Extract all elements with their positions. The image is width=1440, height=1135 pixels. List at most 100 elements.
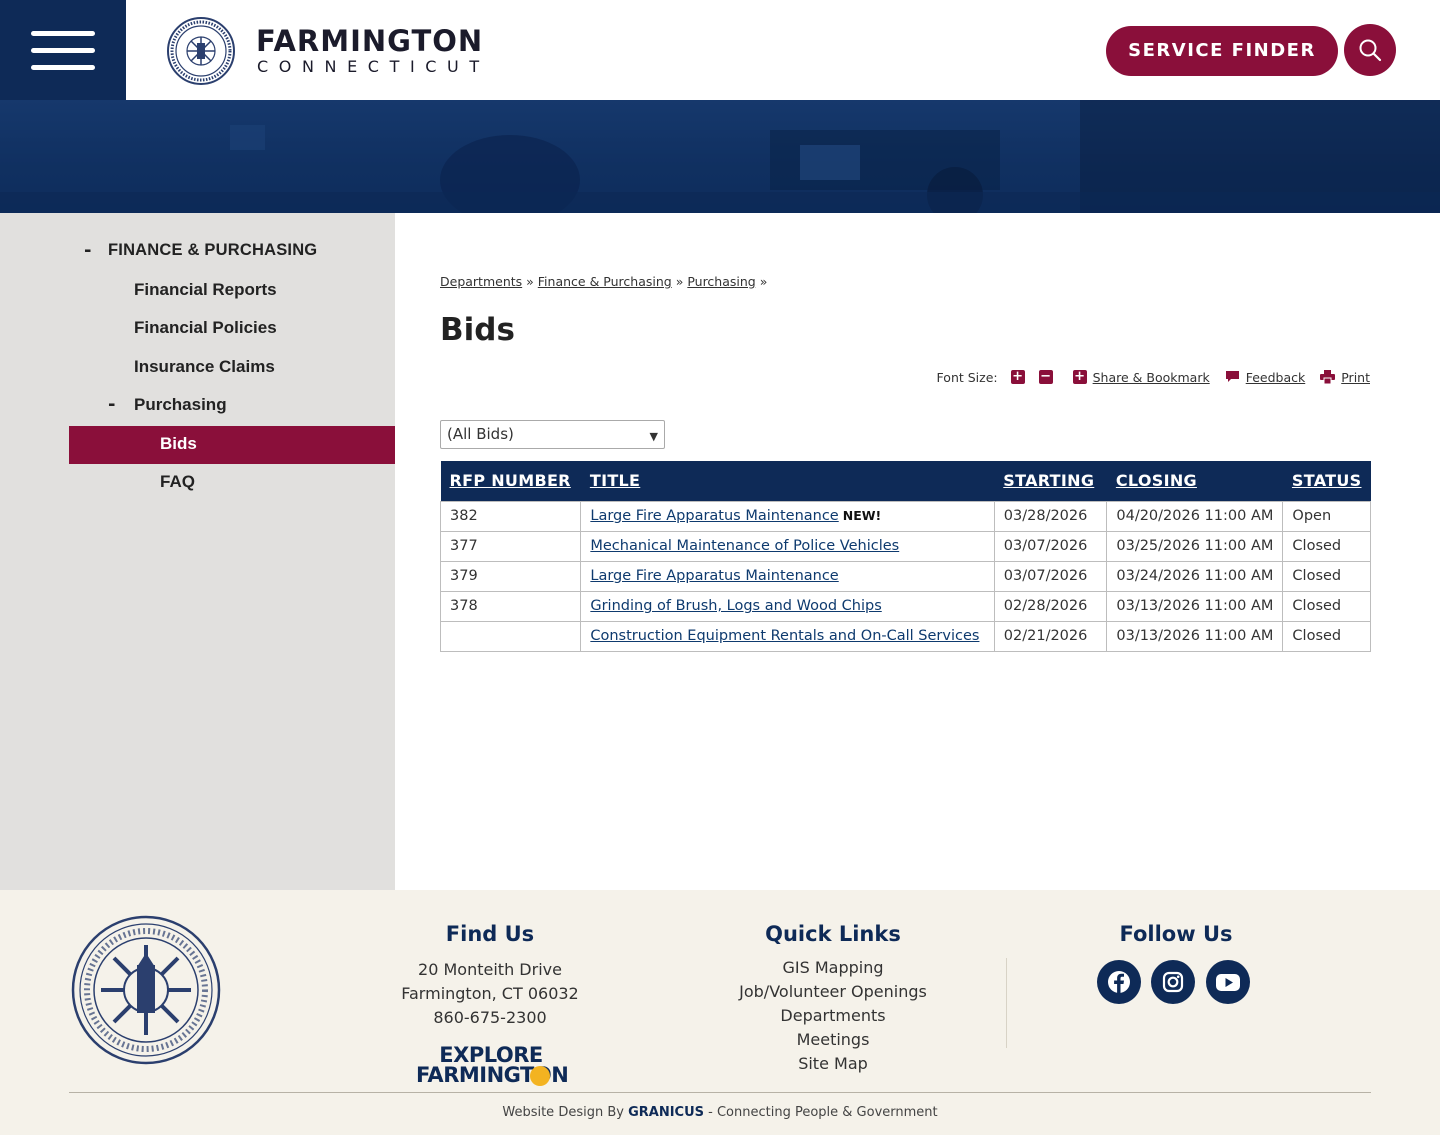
footer-credit: Website Design By GRANICUS - Connecting … [0, 1105, 1440, 1120]
breadcrumb: Departments » Finance & Purchasing » Pur… [440, 274, 767, 289]
quick-link-meetings[interactable]: Meetings [683, 1030, 983, 1049]
title-cell: Large Fire Apparatus Maintenance [580, 560, 995, 592]
column-header-closing[interactable]: CLOSING [1106, 461, 1283, 501]
breadcrumb-departments[interactable]: Departments [440, 274, 522, 289]
footer-town-seal [71, 915, 221, 1065]
column-header-rfp-number[interactable]: RFP NUMBER [440, 461, 581, 501]
status-cell: Closed [1282, 620, 1371, 652]
closing-date-cell: 03/13/2026 11:00 AM [1106, 590, 1284, 622]
quick-link-gis-mapping[interactable]: GIS Mapping [683, 958, 983, 977]
bid-title-link[interactable]: Large Fire Apparatus Maintenance [590, 568, 838, 584]
new-badge: NEW! [842, 508, 882, 523]
service-finder-button[interactable]: SERVICE FINDER [1106, 26, 1338, 76]
print-link[interactable]: Print [1341, 370, 1370, 385]
follow-us-heading: Follow Us [1119, 922, 1233, 946]
granicus-link[interactable]: GRANICUS [628, 1105, 704, 1120]
search-button[interactable] [1344, 24, 1396, 76]
column-header-starting[interactable]: STARTING [994, 461, 1107, 501]
breadcrumb-separator: » [759, 274, 768, 289]
share-bookmark-link[interactable]: Share & Bookmark [1093, 370, 1210, 385]
feedback-icon [1225, 371, 1239, 382]
chevron-down-icon: ▼ [649, 430, 658, 443]
table-row: 382 Large Fire Apparatus Maintenance NEW! 0… [439, 500, 1371, 532]
feedback-link[interactable]: Feedback [1246, 370, 1306, 385]
sidebar-item-bids[interactable]: Bids [160, 434, 197, 454]
starting-date-cell: 02/28/2026 [993, 590, 1108, 622]
rfp-number-cell [439, 620, 582, 652]
quick-link-departments[interactable]: Departments [683, 1006, 983, 1025]
footer-divider-line [69, 1092, 1371, 1093]
rfp-number-cell: 378 [439, 590, 582, 622]
breadcrumb-finance-purchasing[interactable]: Finance & Purchasing [538, 274, 672, 289]
font-decrease-button[interactable]: − [1038, 370, 1053, 384]
closing-date-cell: 03/25/2026 11:00 AM [1106, 530, 1284, 562]
print-icon [1320, 370, 1336, 384]
section-collapse-toggle[interactable]: - [84, 240, 91, 261]
page-tools: Font Size: + − + Share & Bookmark Feedba… [937, 369, 1370, 385]
share-icon: + [1072, 369, 1087, 384]
footer-divider [1006, 958, 1007, 1048]
quick-links-heading: Quick Links [765, 922, 901, 946]
facebook-button[interactable] [1097, 960, 1141, 1004]
find-us-heading: Find Us [445, 922, 535, 946]
table-header-row: RFP NUMBER TITLE STARTING CLOSING STATUS [440, 461, 1371, 501]
bids-table: RFP NUMBER TITLE STARTING CLOSING STATUS… [439, 461, 1371, 652]
sidebar-section-finance-purchasing[interactable]: FINANCE & PURCHASING [108, 241, 317, 260]
status-cell: Closed [1282, 590, 1371, 622]
hamburger-menu-button[interactable] [0, 0, 126, 100]
breadcrumb-purchasing[interactable]: Purchasing [687, 274, 755, 289]
sidebar-item-bids-active[interactable] [69, 426, 395, 464]
site-name[interactable]: FARMINGTON [256, 24, 483, 58]
purchasing-collapse-toggle[interactable]: - [108, 394, 115, 415]
instagram-icon [1162, 971, 1184, 993]
quick-link-job-volunteer[interactable]: Job/Volunteer Openings [683, 982, 983, 1001]
font-increase-button[interactable]: + [1010, 370, 1025, 384]
table-row: Construction Equipment Rentals and On-Ca… [439, 620, 1371, 652]
rfp-number-cell: 379 [439, 560, 582, 592]
sidebar-nav [0, 213, 395, 890]
quick-link-site-map[interactable]: Site Map [683, 1054, 983, 1073]
closing-date-cell: 03/24/2026 11:00 AM [1106, 560, 1284, 592]
rfp-number-cell: 382 [439, 500, 582, 532]
breadcrumb-separator: » [675, 274, 684, 289]
sidebar-item-purchasing[interactable]: Purchasing [134, 395, 227, 415]
bid-title-link[interactable]: Mechanical Maintenance of Police Vehicle… [590, 538, 899, 554]
facebook-icon [1108, 971, 1130, 993]
status-cell: Closed [1282, 530, 1371, 562]
bid-title-link[interactable]: Construction Equipment Rentals and On-Ca… [590, 628, 979, 644]
title-cell: Large Fire Apparatus Maintenance NEW! [580, 500, 995, 532]
sidebar-item-faq[interactable]: FAQ [160, 472, 195, 492]
sidebar-item-financial-policies[interactable]: Financial Policies [134, 318, 277, 338]
page-title: Bids [440, 312, 515, 348]
search-icon [1359, 39, 1382, 62]
table-row: 377 Mechanical Maintenance of Police Vehi… [439, 530, 1371, 562]
font-size-label: Font Size: [936, 369, 998, 385]
table-row: 378 Grinding of Brush, Logs and Wood Chip… [439, 590, 1371, 622]
menu-bar [31, 31, 95, 36]
town-seal-logo[interactable] [166, 16, 236, 86]
column-header-status[interactable]: STATUS [1282, 461, 1371, 501]
column-header-title[interactable]: TITLE [580, 461, 995, 501]
menu-bar [31, 65, 95, 70]
starting-date-cell: 03/07/2026 [993, 560, 1108, 592]
sidebar-item-financial-reports[interactable]: Financial Reports [134, 280, 277, 300]
instagram-button[interactable] [1151, 960, 1195, 1004]
explore-logo-line1: EXPLORE [439, 1043, 543, 1067]
phone-number[interactable]: 860-675-2300 [340, 1008, 640, 1027]
youtube-button[interactable] [1206, 960, 1250, 1004]
bid-title-link[interactable]: Large Fire Apparatus Maintenance [590, 508, 838, 524]
sidebar-item-insurance-claims[interactable]: Insurance Claims [134, 357, 275, 377]
starting-date-cell: 02/21/2026 [993, 620, 1108, 652]
menu-bar [31, 48, 95, 53]
bid-filter-select[interactable]: (All Bids) ▼ [440, 420, 665, 449]
explore-logo-sun [530, 1066, 550, 1086]
bid-filter-value: (All Bids) [447, 425, 514, 443]
youtube-icon [1216, 974, 1240, 991]
bid-title-link[interactable]: Grinding of Brush, Logs and Wood Chips [590, 598, 881, 614]
title-cell: Construction Equipment Rentals and On-Ca… [580, 620, 995, 652]
credit-prefix: Website Design By [502, 1105, 624, 1120]
site-subtitle: CONNECTICUT [257, 57, 490, 76]
hero-banner [0, 100, 1440, 213]
credit-suffix: - Connecting People & Government [708, 1105, 938, 1120]
title-cell: Mechanical Maintenance of Police Vehicle… [580, 530, 995, 562]
